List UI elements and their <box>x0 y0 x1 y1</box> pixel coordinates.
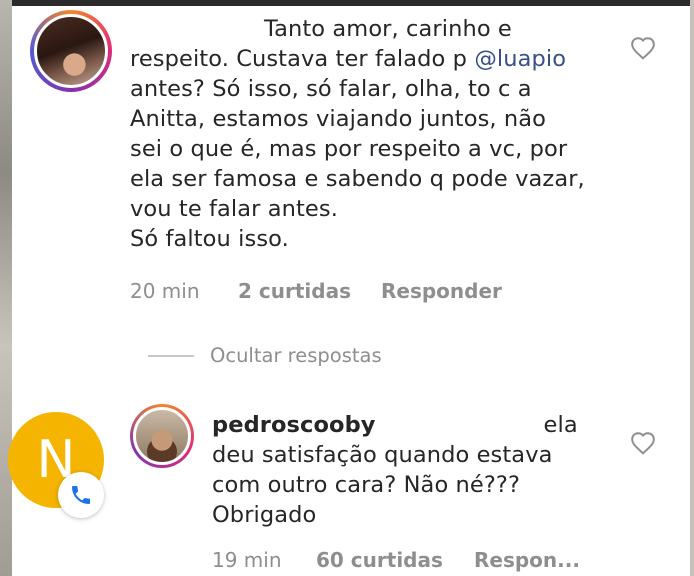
reply-line: ela <box>543 412 578 438</box>
comment-line: vou te falar antes. <box>130 196 338 222</box>
window-edge-right <box>690 0 694 576</box>
likes-count-link[interactable]: 2 curtidas <box>238 279 351 303</box>
mention-link[interactable]: @luapio <box>474 46 566 72</box>
reply-line: com outro cara? Não né??? <box>212 472 520 498</box>
comment-body: Tanto amor, carinho e respeito. Custava … <box>130 14 630 254</box>
reply-username-link[interactable]: pedroscooby <box>212 412 376 438</box>
reply-button[interactable]: Respon... <box>474 548 580 572</box>
comment-line: antes? Só isso, só falar, olha, to c a <box>130 76 532 102</box>
call-badge[interactable] <box>58 472 104 518</box>
comment-meta: 20 min 2 curtidas Responder <box>130 279 550 305</box>
reply-line: Obrigado <box>212 502 317 528</box>
reply-meta: 19 min 60 curtidas Respon... <box>212 548 592 574</box>
reply-line: deu satisfação quando estava <box>212 442 553 468</box>
reply-body: pedroscooby ela deu satisfação quando est… <box>212 410 592 530</box>
window-edge-left <box>0 0 12 576</box>
comment-line: Só faltou isso. <box>130 226 289 252</box>
comment-line: Tanto amor, carinho e <box>264 16 512 42</box>
comment-line: sei o que é, mas por respeito a vc, por <box>130 136 568 162</box>
window-edge-top <box>0 0 694 6</box>
phone-icon <box>72 486 90 504</box>
heart-outline-icon[interactable] <box>630 431 656 455</box>
heart-outline-icon[interactable] <box>630 36 656 60</box>
comment-timestamp: 20 min <box>130 279 200 303</box>
reply-timestamp: 19 min <box>212 548 282 572</box>
comment-line: Anitta, estamos viajando juntos, não <box>130 106 547 132</box>
reply-button[interactable]: Responder <box>381 279 502 303</box>
hide-replies-button[interactable]: Ocultar respostas <box>210 344 382 367</box>
comment-line: ela ser famosa e sabendo q pode vazar, <box>130 166 585 192</box>
comment-line: respeito. Custava ter falado p <box>130 46 475 72</box>
replier-avatar[interactable] <box>130 404 194 468</box>
commenter-avatar[interactable] <box>30 10 112 92</box>
likes-count-link[interactable]: 60 curtidas <box>316 548 443 572</box>
replies-divider <box>148 355 194 357</box>
